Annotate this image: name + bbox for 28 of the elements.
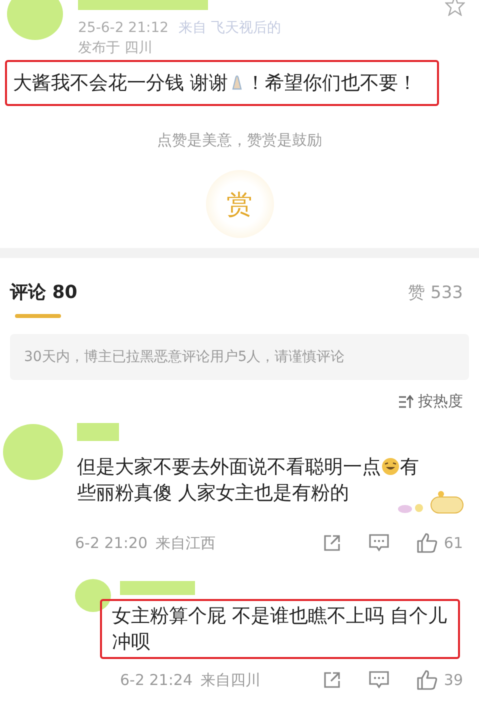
tab-indicator — [15, 314, 61, 318]
comment-icon[interactable] — [368, 533, 390, 553]
comment-time: 6-2 21:20 — [75, 534, 148, 552]
thumbs-up-icon[interactable] — [416, 669, 438, 691]
thumbs-up-icon[interactable] — [416, 532, 438, 554]
laughing-face-icon — [381, 457, 400, 476]
share-icon[interactable] — [322, 533, 342, 553]
notice-banner: 30天内，博主已拉黑恶意评论用户5人，请谨慎评论 — [10, 334, 469, 380]
post-source: 来自 飞天视后的 — [178, 20, 281, 36]
comment-text: 女主粉算个屁 不是谁也瞧不上吗 自个儿冲呗 — [100, 599, 460, 659]
like-count: 39 — [444, 671, 463, 689]
like-count: 61 — [444, 534, 463, 552]
comment-icon[interactable] — [368, 670, 390, 690]
comment-location: 来自四川 — [200, 670, 260, 690]
redaction-block — [77, 423, 119, 441]
reward-caption: 点赞是美意，赞赏是鼓励 — [157, 131, 322, 150]
comments-tab[interactable]: 评论 80 — [10, 280, 78, 304]
sort-button[interactable]: 按热度 — [418, 392, 463, 411]
star-icon[interactable] — [445, 0, 465, 16]
post-text: 大酱我不会花一分钱 谢谢 ！希望你们也不要！ — [5, 60, 439, 106]
share-icon[interactable] — [322, 670, 342, 690]
post-location: 发布于 四川 — [78, 40, 152, 56]
comment-time: 6-2 21:24 — [120, 671, 192, 689]
sort-icon[interactable] — [398, 394, 414, 408]
post-time: 25-6-2 21:12 — [78, 20, 169, 36]
comment-location: 来自江西 — [156, 534, 216, 552]
avatar[interactable] — [75, 579, 111, 612]
comment-text: 但是大家不要去外面说不看聪明一点 有些丽粉真傻 人家女主也是有粉的 — [76, 455, 420, 506]
